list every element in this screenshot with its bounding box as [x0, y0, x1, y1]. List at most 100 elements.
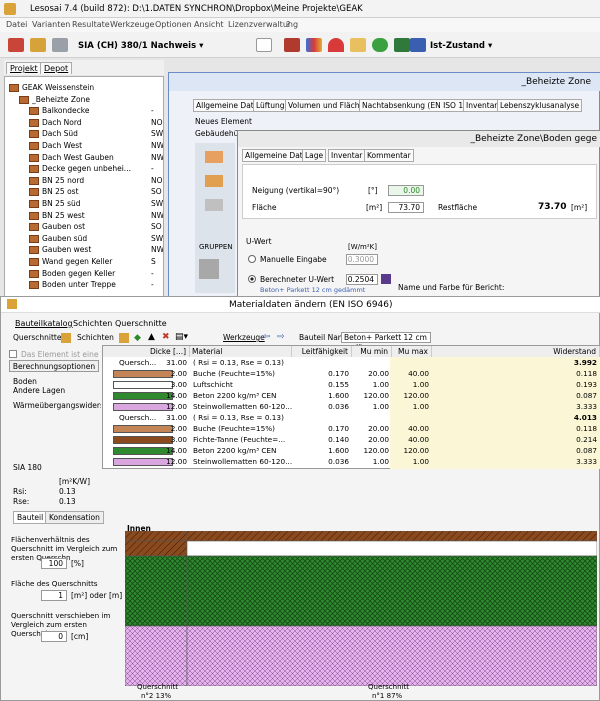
tree-item[interactable]: Balkondecke - — [29, 106, 154, 117]
tab-boden-inventar[interactable]: Inventar — [328, 149, 366, 162]
tab-boden-kommentar[interactable]: Kommentar — [364, 149, 414, 162]
tree-item[interactable]: BN 25 süd SW — [29, 199, 163, 210]
side-andere-lagen[interactable]: Andere Lagen — [13, 386, 65, 395]
color-icon[interactable] — [381, 274, 391, 284]
col-mu-max[interactable]: Mu max — [392, 346, 432, 357]
tree-item[interactable]: Boden unter Treppe - — [29, 280, 154, 291]
new-element-label[interactable]: Neues Element — [195, 117, 252, 126]
manual-input[interactable]: 0.3000 — [346, 254, 378, 265]
norm-select[interactable]: SIA (CH) 380/1 Nachweis ▾ — [78, 41, 203, 51]
tab-bauteil[interactable]: Bauteil — [13, 511, 48, 524]
tab-projekt[interactable]: Projekt — [6, 62, 42, 74]
word-icon[interactable] — [410, 38, 426, 52]
table-row[interactable]: 3.00 Fichte-Tanne (Feuchte=... 0.140 20.00 4… — [103, 435, 600, 446]
col-mu-min[interactable]: Mu min — [352, 346, 392, 357]
roof-icon[interactable] — [205, 175, 223, 187]
excel-icon[interactable] — [394, 38, 410, 52]
manual-radio[interactable] — [248, 255, 256, 263]
project-tree[interactable]: GEAK Weissenstein _Beheizte Zone Balkondec… — [4, 76, 164, 301]
ratio-input[interactable]: 100 — [41, 558, 67, 569]
move-up-icon[interactable]: ▲ — [148, 332, 155, 342]
tab-depot[interactable]: Depot — [40, 62, 73, 74]
side-boden[interactable]: Boden — [13, 377, 37, 386]
layer-table[interactable]: Dicke [...] Material Leitfähigkeit Mu mi… — [102, 345, 600, 469]
tree-item[interactable]: Gauben süd SW — [29, 234, 163, 245]
menu-optionen[interactable]: Optionen — [155, 20, 192, 29]
calc-options-button[interactable]: Berechnungsoptionen — [9, 360, 99, 372]
tree-item[interactable]: _Beheizte Zone — [19, 95, 90, 106]
menu-schichten[interactable]: Schichten — [73, 319, 112, 328]
tree-item[interactable]: Dach Süd SW — [29, 129, 163, 140]
area-input[interactable]: 1 — [41, 590, 67, 601]
menu-ansicht[interactable]: Ansicht — [194, 20, 224, 29]
menu-resultate[interactable]: Resultate — [72, 20, 110, 29]
table-row[interactable]: Quersch... 31.00( Rsi = 0.13, Rse = 0.13)… — [103, 413, 600, 424]
wall-icon[interactable] — [205, 151, 223, 163]
menu-querschnitte[interactable]: Querschnitte — [115, 319, 167, 328]
tab-lueftung[interactable]: Lüftung — [253, 99, 288, 112]
sun-icon[interactable] — [350, 38, 366, 52]
col-material[interactable]: Material — [190, 346, 292, 357]
add-section-icon[interactable] — [61, 333, 71, 343]
curve-icon[interactable] — [328, 38, 344, 52]
shift-input[interactable]: 0 — [41, 631, 67, 642]
tree-item[interactable]: Gauben west NW — [29, 245, 163, 256]
calc-radio[interactable] — [248, 275, 256, 283]
table-row[interactable]: 3.00 Luftschicht 0.155 1.00 1.00 0.193 — [103, 380, 600, 391]
table-row[interactable]: 14.00 Beton 2200 kg/m³ CEN 1.600 120.00 120.… — [103, 446, 600, 457]
tree-item[interactable]: Decke gegen unbehei... - — [29, 164, 154, 175]
tree-item[interactable]: Dach West NW — [29, 141, 163, 152]
tree-item[interactable]: BN 25 ost SO — [29, 187, 162, 198]
new-icon[interactable] — [8, 38, 24, 52]
building-icon[interactable] — [284, 38, 300, 52]
menu-bauteilkatalog[interactable]: Bauteilkatalog — [15, 319, 73, 328]
tree-item[interactable]: Dach Nord NO — [29, 118, 163, 129]
werkzeuge-label[interactable]: Werkzeuge — [223, 333, 265, 342]
tree-item[interactable]: GEAK Weissenstein — [9, 83, 94, 94]
col-thickness[interactable]: Dicke [...] — [103, 346, 190, 357]
cross-section-view[interactable] — [124, 530, 598, 687]
state-select[interactable]: Ist-Zustand ▾ — [430, 41, 492, 51]
layers-dropdown-icon[interactable]: ▤▾ — [175, 332, 188, 342]
document-icon[interactable] — [256, 38, 272, 52]
calc-sub[interactable]: Beton+ Parkett 12 cm gedämmt — [260, 286, 365, 294]
tree-item[interactable]: Wand gegen Keller S — [29, 257, 156, 268]
save-icon[interactable] — [52, 38, 68, 52]
tab-inventar[interactable]: Inventar — [463, 99, 501, 112]
menu-werkzeuge[interactable]: Werkzeuge — [110, 20, 154, 29]
table-row[interactable]: 2.00 Buche (Feuchte=15%) 0.170 20.00 40.00 0.… — [103, 424, 600, 435]
add-layer-icon[interactable] — [119, 333, 129, 343]
col-conductivity[interactable]: Leitfähigkeit — [292, 346, 352, 357]
neigung-input[interactable]: 0.00 — [388, 185, 424, 196]
tree-item[interactable]: Gauben ost SO — [29, 222, 162, 233]
recycle-icon[interactable] — [372, 38, 388, 52]
group-icon[interactable] — [199, 259, 219, 279]
tree-item[interactable]: Dach West Gauben NW — [29, 153, 163, 164]
menu-varianten[interactable]: Varianten — [32, 20, 70, 29]
flaeche-input[interactable]: 73.70 — [388, 202, 424, 213]
open-icon[interactable] — [30, 38, 46, 52]
window-icon[interactable] — [205, 199, 223, 211]
arrow-right-icon[interactable]: ⇨ — [277, 332, 285, 342]
tab-boden-lage[interactable]: Lage — [302, 149, 327, 162]
tree-item[interactable]: BN 25 west NW — [29, 211, 163, 222]
tab-lebenszyklus[interactable]: Lebenszyklusanalyse — [497, 99, 583, 112]
table-row[interactable]: 14.00 Beton 2200 kg/m³ CEN 1.600 120.00 120.… — [103, 391, 600, 402]
tree-item[interactable]: BN 25 nord NO — [29, 176, 163, 187]
tab-kondensation[interactable]: Kondensation — [45, 511, 104, 524]
door-checkbox[interactable] — [9, 350, 17, 358]
bauteilname-input[interactable]: Beton+ Parkett 12 cm gedäm — [341, 332, 431, 352]
bar-chart-icon[interactable] — [306, 38, 322, 52]
menu-datei[interactable]: Datei — [6, 20, 27, 29]
side-uebergang[interactable]: Wärmeübergangswiderstand — [13, 401, 101, 410]
menu-help[interactable]: ? — [286, 20, 290, 29]
delete-icon[interactable]: ✖ — [162, 332, 170, 342]
table-row[interactable]: 2.00 Buche (Feuchte=15%) 0.170 20.00 40.00 0.… — [103, 369, 600, 380]
table-row[interactable]: 12.00 Steinwollematten 60-120... 0.036 1.00… — [103, 457, 600, 468]
tree-item[interactable]: Boden gegen Keller - — [29, 269, 154, 280]
table-row[interactable]: 12.00 Steinwollematten 60-120... 0.036 1.00… — [103, 402, 600, 413]
move-down-icon[interactable]: ◆ — [134, 333, 141, 343]
col-resistance[interactable]: Widerstand — [432, 346, 600, 357]
table-row[interactable]: Quersch... 31.00( Rsi = 0.13, Rse = 0.13)… — [103, 358, 600, 369]
arrow-left-icon[interactable]: ⇦ — [263, 332, 271, 342]
